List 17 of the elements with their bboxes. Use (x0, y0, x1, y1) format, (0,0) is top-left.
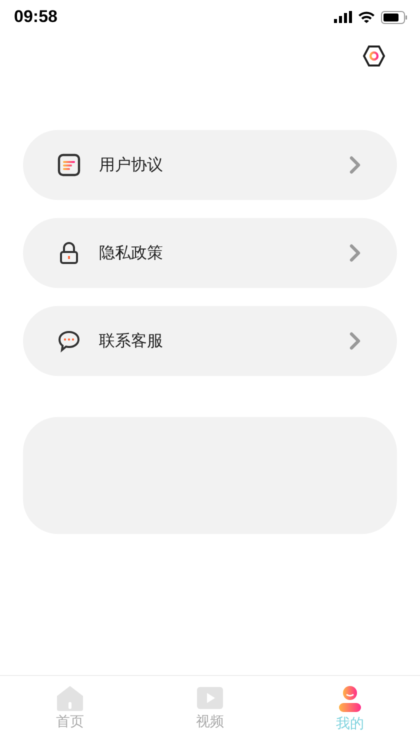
chevron-icon (349, 155, 361, 175)
menu-item[interactable]: 隐私政策 (23, 218, 397, 288)
chevron-icon (349, 331, 361, 351)
settings-icon[interactable] (362, 44, 386, 68)
menu-item[interactable]: 联系客服 (23, 306, 397, 376)
home-icon (56, 685, 84, 711)
menu-item[interactable]: 用户协议 (23, 130, 397, 200)
chevron-icon (349, 243, 361, 263)
profile-icon (338, 685, 362, 713)
chat-icon (57, 329, 81, 353)
signal-icon (334, 11, 352, 23)
wifi-icon (358, 11, 375, 23)
status-time: 09:58 (14, 7, 58, 27)
document-icon (57, 153, 81, 177)
video-icon (196, 685, 224, 711)
lock-icon (57, 241, 81, 265)
battery-icon (381, 10, 408, 24)
